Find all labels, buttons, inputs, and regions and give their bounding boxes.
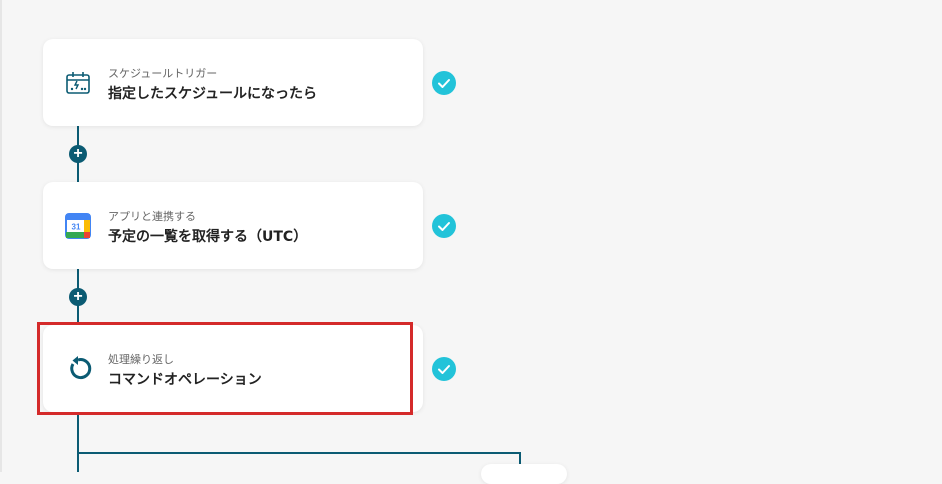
branch-node[interactable] <box>481 464 567 484</box>
check-icon <box>432 357 456 381</box>
step-type-label: スケジュールトリガー <box>108 67 218 80</box>
panel-divider <box>0 0 2 472</box>
schedule-trigger-icon <box>64 69 92 97</box>
step-type-label: アプリと連携する <box>108 210 196 223</box>
add-step-button[interactable]: + <box>69 145 87 163</box>
step-card-schedule-trigger[interactable]: スケジュールトリガー 指定したスケジュールになったら <box>43 39 423 126</box>
loop-arrow-icon <box>64 355 92 383</box>
step-card-google-calendar[interactable]: 31 アプリと連携する 予定の一覧を取得する（UTC） <box>43 182 423 269</box>
step-title: 指定したスケジュールになったら <box>108 86 318 102</box>
step-type-label: 処理繰り返し <box>108 353 174 366</box>
calendar-date-text: 31 <box>72 223 81 232</box>
flow-canvas: + + スケジュールトリガー 指定したスケジュールになったら 31 アプリと連携… <box>0 0 942 484</box>
check-icon <box>432 71 456 95</box>
branch-line <box>77 452 521 454</box>
add-step-button[interactable]: + <box>69 288 87 306</box>
google-calendar-icon: 31 <box>64 212 92 240</box>
step-title: 予定の一覧を取得する（UTC） <box>108 229 308 245</box>
connector-line <box>77 409 79 472</box>
step-card-loop[interactable]: 処理繰り返し コマンドオペレーション <box>43 325 423 412</box>
step-title: コマンドオペレーション <box>108 372 262 388</box>
check-icon <box>432 214 456 238</box>
